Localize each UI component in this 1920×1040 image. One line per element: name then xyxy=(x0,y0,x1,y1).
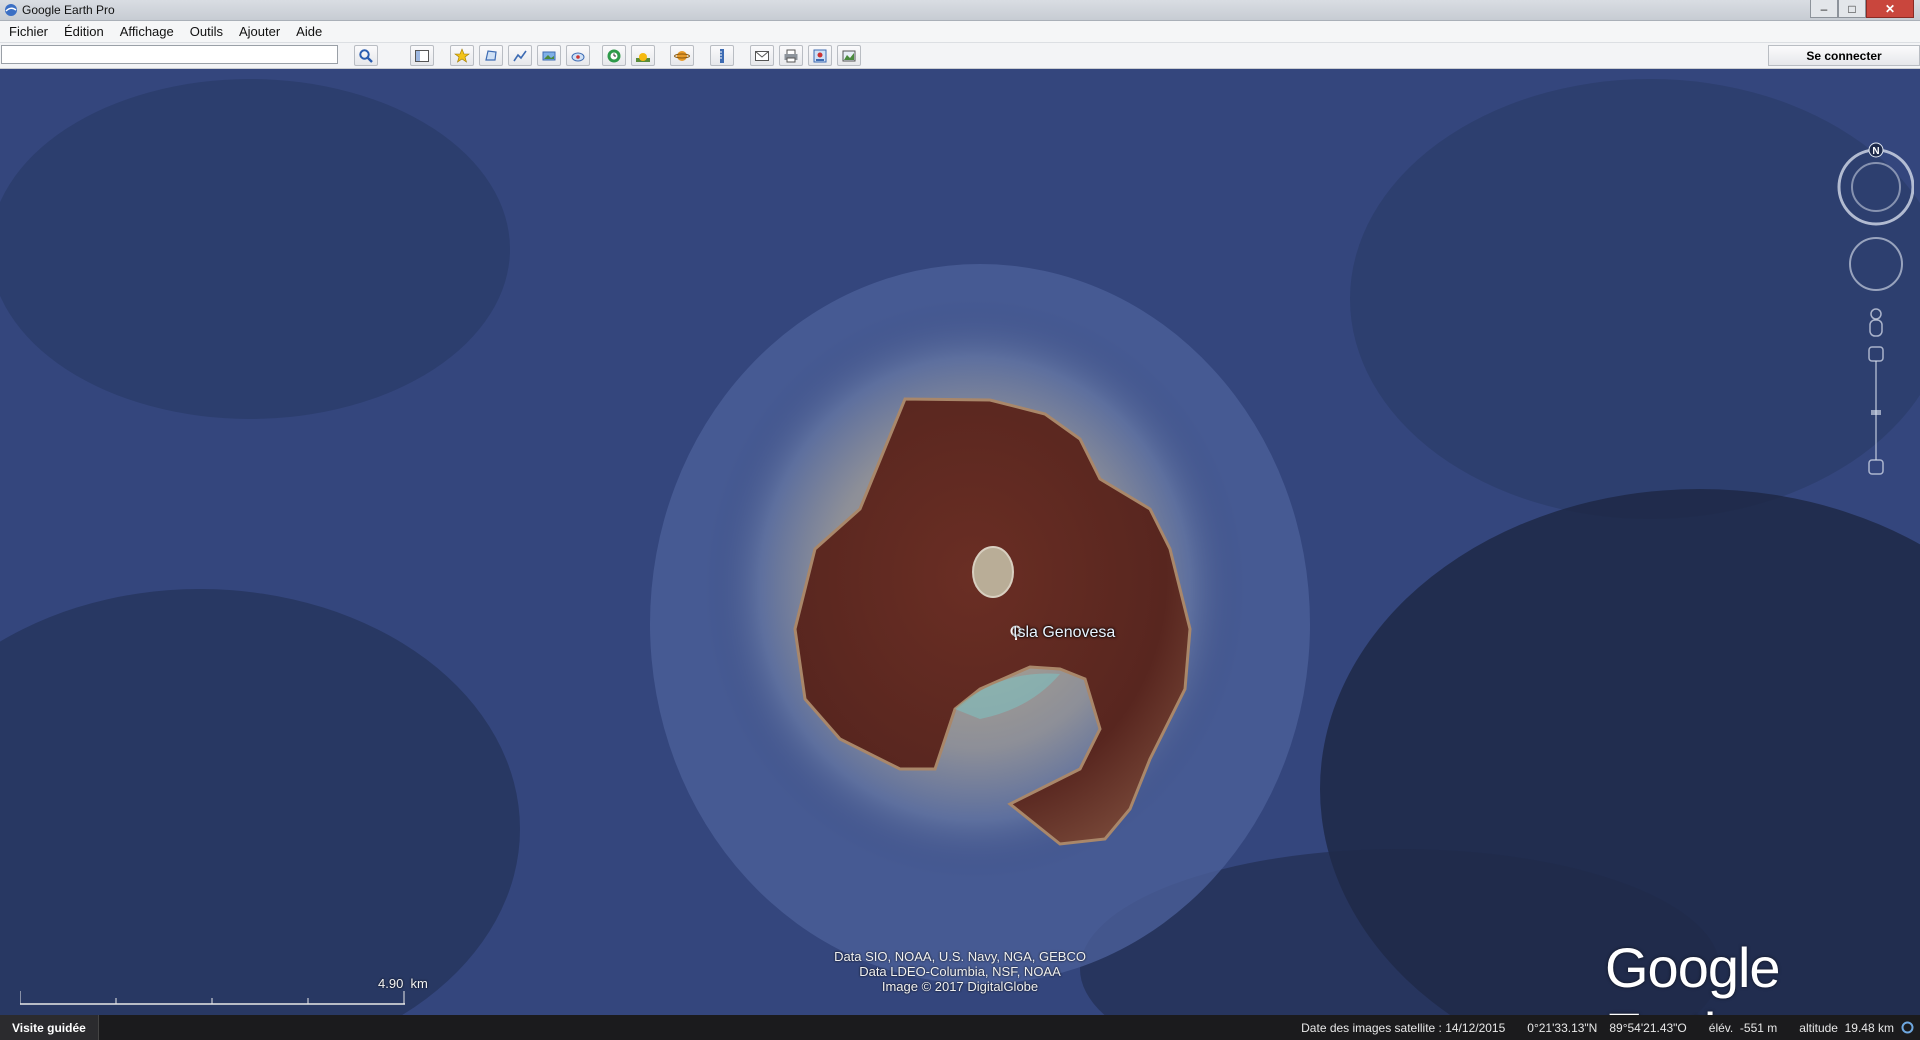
scale-unit: km xyxy=(410,976,428,991)
add-image-overlay-button[interactable] xyxy=(537,45,561,66)
elevation-readout: élév. -551 m xyxy=(1708,1020,1778,1035)
add-path-button[interactable] xyxy=(508,45,532,66)
menu-bar: Fichier Édition Affichage Outils Ajouter… xyxy=(0,21,1920,43)
search-icon xyxy=(359,48,373,63)
sunlight-button[interactable] xyxy=(631,45,655,66)
sign-in-button[interactable]: Se connecter xyxy=(1768,45,1920,66)
record-tour-icon xyxy=(571,52,585,61)
sidebar-toggle-button[interactable] xyxy=(410,45,434,66)
menu-edition[interactable]: Édition xyxy=(55,24,111,39)
search-input[interactable] xyxy=(1,45,338,64)
google-earth-logo: Google Earth xyxy=(1605,936,1781,1015)
google-earth-app-icon xyxy=(5,4,17,16)
attribution-line: Image © 2017 DigitalGlobe xyxy=(881,979,1039,994)
status-bar: Visite guidée Date des images satellite … xyxy=(0,1015,1920,1040)
historical-imagery-icon xyxy=(607,49,621,62)
add-polygon-button[interactable] xyxy=(479,45,503,66)
view-in-maps-button[interactable] xyxy=(837,45,861,66)
menu-aide[interactable]: Aide xyxy=(287,24,329,39)
title-bar: Google Earth Pro – □ ✕ xyxy=(0,0,1920,21)
search-button[interactable] xyxy=(354,45,378,66)
scale-bar xyxy=(20,991,405,1005)
save-image-icon xyxy=(813,49,827,62)
path-icon xyxy=(513,50,527,61)
satellite-imagery xyxy=(0,69,1920,1015)
attribution-line: Data SIO, NOAA, U.S. Navy, NGA, GEBCO xyxy=(834,949,1086,964)
planets-button[interactable] xyxy=(670,45,694,66)
imagery-attribution: Data SIO, NOAA, U.S. Navy, NGA, GEBCO Da… xyxy=(760,949,1160,994)
window-controls: – □ ✕ xyxy=(1810,0,1914,18)
menu-fichier[interactable]: Fichier xyxy=(0,24,55,39)
altitude-readout: altitude 19.48 km xyxy=(1799,1020,1894,1035)
compass-north-label: N xyxy=(1872,146,1879,157)
ruler-button[interactable] xyxy=(710,45,734,66)
place-label[interactable]: Isla Genovesa xyxy=(1013,624,1115,642)
image-overlay-icon xyxy=(542,51,556,60)
historical-imagery-button[interactable] xyxy=(602,45,626,66)
toolbar: Se connecter xyxy=(0,43,1920,69)
add-placemark-button[interactable] xyxy=(450,45,474,66)
menu-ajouter[interactable]: Ajouter xyxy=(230,24,287,39)
sunlight-icon xyxy=(636,52,650,62)
print-icon xyxy=(784,49,798,62)
imagery-date: Date des images satellite : 14/12/2015 xyxy=(1301,1020,1506,1035)
menu-outils[interactable]: Outils xyxy=(181,24,230,39)
compass-ring[interactable]: N xyxy=(1837,142,1915,226)
print-button[interactable] xyxy=(779,45,803,66)
map-view[interactable]: Isla Genovesa Data SIO, NOAA, U.S. Navy,… xyxy=(0,69,1920,1015)
planets-icon xyxy=(674,50,690,61)
street-view-pegman-icon[interactable] xyxy=(1869,308,1883,337)
attribution-line: Data LDEO-Columbia, NSF, NOAA xyxy=(859,964,1061,979)
window-title: Google Earth Pro xyxy=(22,3,115,17)
longitude-readout: 89°54'21.43"O xyxy=(1609,1020,1687,1035)
latitude-readout: 0°21'33.13"N xyxy=(1527,1020,1598,1035)
maximize-button[interactable]: □ xyxy=(1838,0,1866,18)
email-button[interactable] xyxy=(750,45,774,66)
placemark-icon xyxy=(454,47,470,63)
guided-tour-button[interactable]: Visite guidée xyxy=(0,1015,99,1040)
record-tour-button[interactable] xyxy=(566,45,590,66)
close-button[interactable]: ✕ xyxy=(1866,0,1914,18)
zoom-slider[interactable] xyxy=(1868,346,1884,475)
scale-label: 4.90 km xyxy=(378,976,428,991)
ruler-icon xyxy=(720,48,724,63)
menu-affichage[interactable]: Affichage xyxy=(111,24,181,39)
sidebar-toggle-icon xyxy=(415,49,429,62)
navigation-controls: N xyxy=(1834,142,1915,492)
streaming-status-icon xyxy=(1901,1021,1914,1034)
status-readouts: Date des images satellite : 14/12/2015 0… xyxy=(1301,1015,1894,1040)
email-icon xyxy=(755,50,769,61)
view-in-maps-icon xyxy=(842,50,856,61)
minimize-button[interactable]: – xyxy=(1810,0,1838,18)
polygon-icon xyxy=(485,49,497,61)
scale-value: 4.90 xyxy=(378,976,404,991)
save-image-button[interactable] xyxy=(808,45,832,66)
look-joystick[interactable] xyxy=(1849,237,1903,291)
